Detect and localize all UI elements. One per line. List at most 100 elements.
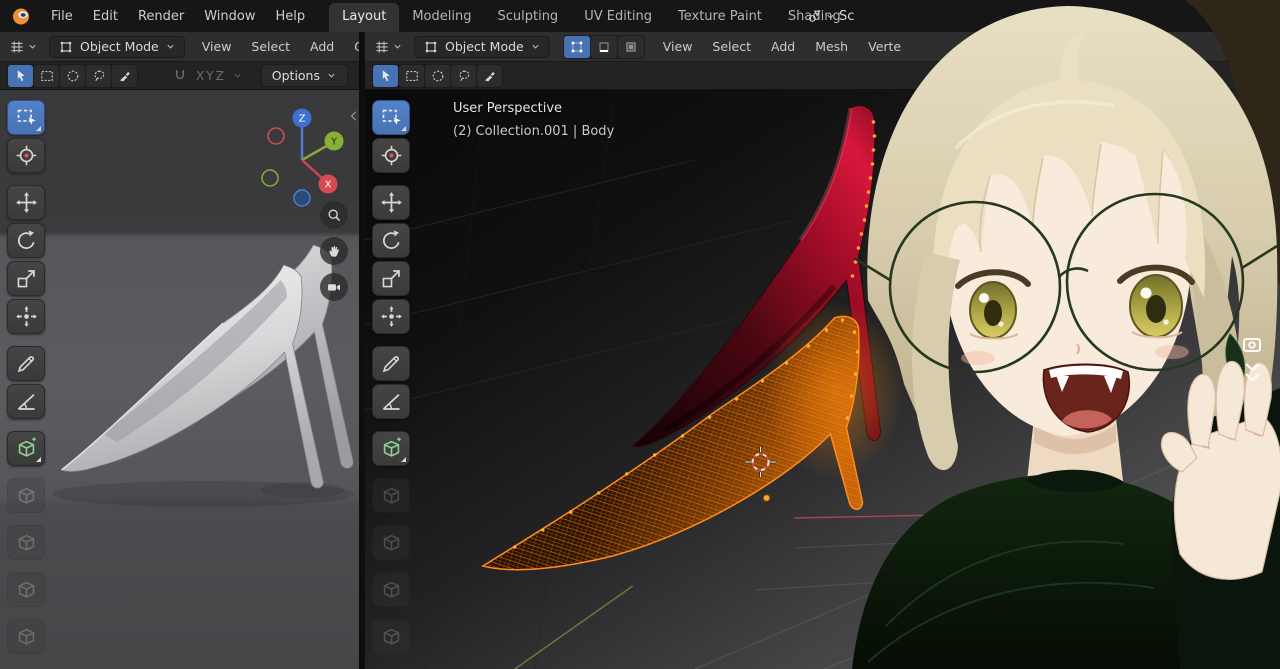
cube-icon — [380, 484, 403, 507]
scale-icon — [15, 267, 38, 290]
select-mode-circle[interactable] — [60, 64, 85, 87]
vp-right-menu-view[interactable]: View — [653, 34, 703, 59]
select-mode-circle[interactable] — [425, 64, 450, 87]
vp-right-menu-add[interactable]: Add — [761, 34, 805, 59]
tool-select-box[interactable] — [7, 100, 45, 135]
options-dropdown[interactable]: Options — [260, 64, 348, 87]
menu-edit[interactable]: Edit — [83, 4, 128, 29]
select-mode-tweak[interactable] — [8, 64, 33, 87]
chevron-down-icon — [165, 41, 176, 52]
tool-cube-11[interactable] — [372, 572, 410, 607]
tool-scale[interactable] — [372, 261, 410, 296]
select-mode-lasso[interactable] — [86, 64, 111, 87]
tool-cube-9[interactable] — [372, 478, 410, 513]
workspace-tab-layout[interactable]: Layout — [329, 3, 400, 32]
tool-cube-9[interactable] — [7, 478, 45, 513]
mode-dropdown[interactable]: Object Mode — [49, 35, 185, 58]
viewport-right-canvas[interactable]: User Perspective (2) Collection.001 | Bo… — [365, 90, 1280, 669]
tool-rotate[interactable] — [372, 223, 410, 258]
tool-transform[interactable] — [7, 299, 45, 334]
tool-cube-11[interactable] — [7, 572, 45, 607]
blender-logo-icon[interactable] — [10, 5, 32, 27]
workspace-tab-modeling[interactable]: Modeling — [399, 3, 484, 32]
tool-cube-12[interactable] — [7, 619, 45, 654]
axis-letter-y[interactable]: Y — [206, 69, 213, 83]
select-mode-box[interactable] — [34, 64, 59, 87]
workspace-tab-uv-editing[interactable]: UV Editing — [571, 3, 665, 32]
tool-measure[interactable] — [372, 384, 410, 419]
tool-annotate[interactable] — [7, 346, 45, 381]
navigation-gizmo[interactable]: Z Y X — [252, 98, 352, 208]
select-mode-box[interactable] — [399, 64, 424, 87]
gizmo-z-label[interactable]: Z — [299, 114, 306, 125]
tool-move[interactable] — [372, 185, 410, 220]
tool-cube-10[interactable] — [372, 525, 410, 560]
vertex-select-toggle[interactable] — [563, 35, 590, 58]
cube-icon — [15, 578, 38, 601]
workspace-tab-sculpting[interactable]: Sculpting — [484, 3, 571, 32]
select-paint-icon — [482, 68, 498, 84]
mode-dropdown[interactable]: Object Mode — [414, 35, 550, 58]
sidebar-toggle-chevron[interactable] — [347, 108, 359, 124]
editor-type-button[interactable] — [5, 37, 42, 57]
vp-right-menu-mesh[interactable]: Mesh — [805, 34, 858, 59]
tool-measure[interactable] — [7, 384, 45, 419]
tool-scale[interactable] — [7, 261, 45, 296]
vp-left-menu-add[interactable]: Add — [300, 34, 344, 59]
menu-window[interactable]: Window — [194, 4, 265, 29]
vp-right-menu-select[interactable]: Select — [702, 34, 761, 59]
tool-cube-12[interactable] — [372, 619, 410, 654]
pan-button[interactable] — [320, 237, 348, 265]
vp-left-menu-ob[interactable]: Ob — [344, 34, 359, 59]
select-mode-tweak[interactable] — [373, 64, 398, 87]
mesh-select-mode-toggles — [562, 34, 645, 59]
cube-icon — [15, 625, 38, 648]
tool-rotate[interactable] — [7, 223, 45, 258]
zoom-button[interactable] — [320, 201, 348, 229]
select-mode-paint[interactable] — [112, 64, 137, 87]
axis-letter-z[interactable]: Z — [216, 69, 224, 83]
cube-icon — [15, 531, 38, 554]
mode-label: Object Mode — [80, 39, 159, 54]
tool-select-box[interactable] — [372, 100, 410, 135]
rotate-icon — [380, 229, 403, 252]
camera-icon — [326, 279, 342, 295]
tool-cursor[interactable] — [7, 138, 45, 173]
menu-help[interactable]: Help — [266, 4, 316, 29]
chevron-down-icon — [27, 41, 38, 52]
scene-selector[interactable]: Sc — [806, 0, 854, 32]
object-mode-icon — [58, 39, 74, 55]
select-circle-icon — [430, 68, 446, 84]
viewport-right-tool-settings — [365, 62, 1280, 90]
gizmo-x-label[interactable]: X — [325, 180, 332, 191]
tool-move[interactable] — [7, 185, 45, 220]
cube-icon — [15, 484, 38, 507]
camera-view-button[interactable] — [320, 273, 348, 301]
viewport-left-canvas[interactable]: Z Y X — [0, 90, 359, 669]
workspace-tab-texture-paint[interactable]: Texture Paint — [665, 3, 775, 32]
edge-select-toggle[interactable] — [590, 35, 617, 58]
gizmo-y-label[interactable]: Y — [330, 137, 338, 148]
axis-letter-x[interactable]: X — [196, 69, 204, 83]
move-icon — [380, 191, 403, 214]
tool-annotate[interactable] — [372, 346, 410, 381]
chevron-down-icon — [326, 70, 337, 81]
vp-left-menu-select[interactable]: Select — [241, 34, 300, 59]
tool-cube-10[interactable] — [7, 525, 45, 560]
select-mode-lasso[interactable] — [451, 64, 476, 87]
menu-file[interactable]: File — [41, 4, 83, 29]
menu-render[interactable]: Render — [128, 4, 194, 29]
topbar: File Edit Render Window Help Layout Modeling S… — [0, 0, 1280, 32]
select-lasso-icon — [91, 68, 107, 84]
editor-type-button[interactable] — [370, 37, 407, 57]
workspace-tabs: Layout Modeling Sculpting UV Editing Texture… — [329, 0, 854, 32]
tool-add-cube[interactable] — [372, 431, 410, 466]
tool-add-cube[interactable] — [7, 431, 45, 466]
select-mode-paint[interactable] — [477, 64, 502, 87]
tool-transform[interactable] — [372, 299, 410, 334]
vp-left-menu-view[interactable]: View — [192, 34, 242, 59]
tool-cursor[interactable] — [372, 138, 410, 173]
face-select-toggle[interactable] — [617, 35, 644, 58]
select-box-icon — [404, 68, 420, 84]
vp-right-menu-verte[interactable]: Verte — [858, 34, 911, 59]
